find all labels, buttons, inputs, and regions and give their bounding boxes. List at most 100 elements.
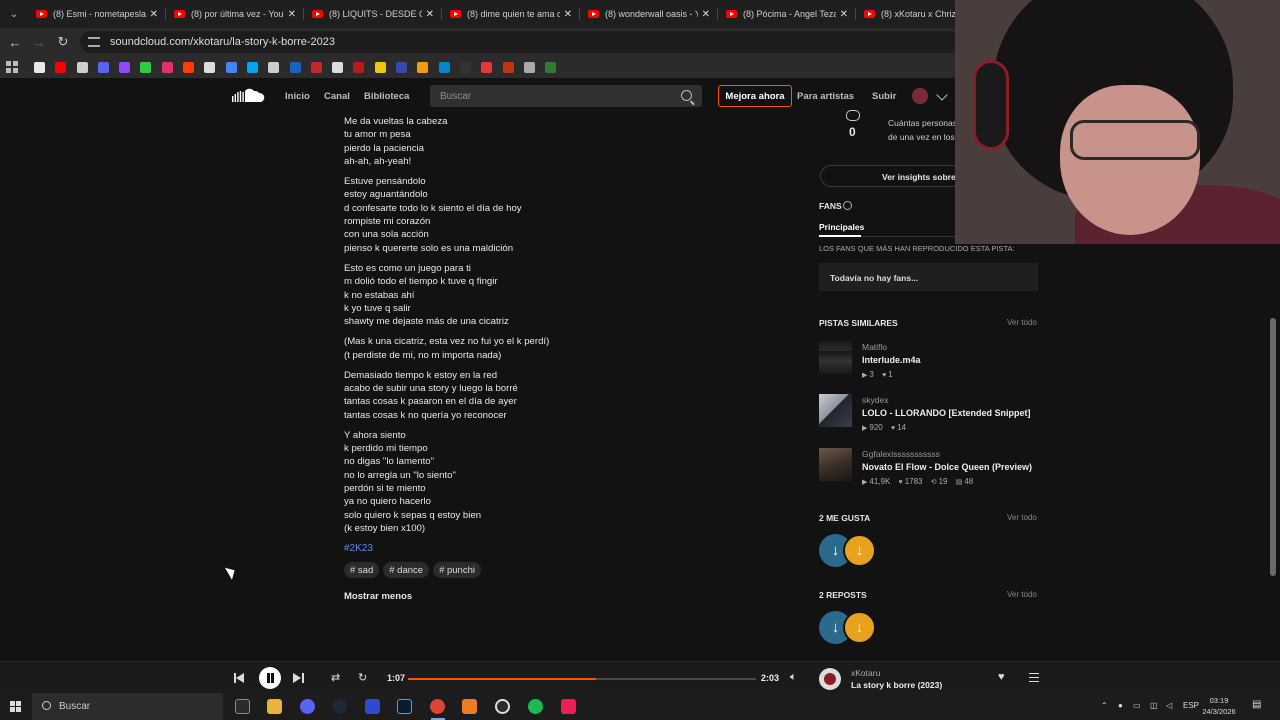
bookmark-icon[interactable]	[183, 61, 195, 73]
vegas-icon[interactable]	[365, 699, 380, 714]
page-scrollbar[interactable]	[1270, 318, 1276, 576]
track-artist[interactable]: skydex	[862, 395, 888, 405]
bookmark-icon[interactable]	[353, 61, 365, 73]
bookmark-icon[interactable]	[268, 61, 280, 73]
spotify-icon[interactable]	[528, 699, 543, 714]
track-artwork[interactable]	[819, 448, 852, 481]
bookmark-icon[interactable]	[97, 61, 109, 73]
bookmark-icon[interactable]	[438, 61, 450, 73]
info-icon[interactable]	[843, 201, 852, 210]
upgrade-button[interactable]: Mejora ahora	[718, 85, 792, 107]
likes-view-all-link[interactable]: Ver todo	[1007, 513, 1037, 522]
windows-start-icon[interactable]	[10, 701, 21, 712]
search-icon[interactable]	[681, 90, 692, 101]
close-icon[interactable]: ✕	[150, 9, 158, 20]
liker-avatar[interactable]: ↓	[843, 534, 876, 567]
volume-icon[interactable]: 🔈︎	[790, 671, 797, 684]
track-artist[interactable]: Ggfalexisssssssssss	[862, 449, 940, 459]
track-title[interactable]: Interlude.m4a	[862, 355, 921, 365]
pause-button[interactable]	[259, 667, 281, 689]
shuffle-icon[interactable]: ⇄	[331, 671, 340, 684]
now-playing-artwork[interactable]	[819, 668, 841, 690]
nav-feed[interactable]: Canal	[324, 91, 350, 102]
tab-search-button[interactable]: ⌄	[0, 0, 28, 28]
obs-icon[interactable]	[495, 699, 510, 714]
steam-icon[interactable]	[332, 699, 347, 714]
bookmark-icon[interactable]	[374, 61, 386, 73]
browser-tab[interactable]: (8) Pócima - Angel Tezardo ✕	[718, 0, 856, 28]
queue-icon[interactable]	[1029, 673, 1039, 682]
browser-tab[interactable]: (8) LIQUITS - DESDE QUE ✕	[304, 0, 442, 28]
related-track[interactable]: Ggfalexisssssssssss Novato El Flow - Dol…	[819, 448, 1039, 492]
bookmark-icon[interactable]	[76, 61, 88, 73]
close-icon[interactable]: ✕	[564, 9, 572, 20]
like-heart-icon[interactable]: ♥	[998, 671, 1005, 683]
tray-overflow-icon[interactable]: ⌃	[1101, 701, 1108, 710]
track-artist[interactable]: Matiflo	[862, 342, 887, 352]
bookmark-icon[interactable]	[396, 61, 408, 73]
tray-app-icon[interactable]: ▭	[1133, 701, 1141, 710]
chevron-down-icon[interactable]	[936, 89, 948, 101]
microphone-icon[interactable]: ●	[1118, 701, 1123, 710]
soundcloud-logo-icon[interactable]	[232, 87, 266, 105]
fl-studio-icon[interactable]	[462, 699, 477, 714]
close-icon[interactable]: ✕	[702, 9, 710, 20]
reload-icon[interactable]: ↻	[51, 30, 75, 54]
for-artists-link[interactable]: Para artistas	[797, 91, 854, 102]
tag-chip[interactable]: # sad	[344, 562, 380, 578]
taskbar-search[interactable]: Buscar	[32, 693, 223, 720]
repeat-icon[interactable]: ↻	[358, 671, 367, 684]
notifications-icon[interactable]: ▤	[1252, 699, 1261, 710]
bookmark-icon[interactable]	[140, 61, 152, 73]
bookmark-icon[interactable]	[55, 61, 67, 73]
hashtag-link[interactable]: #2K23	[344, 543, 373, 554]
system-clock[interactable]: 03:19 24/3/2026	[1199, 696, 1239, 717]
site-info-icon[interactable]	[88, 37, 100, 47]
bookmark-icon[interactable]	[523, 61, 535, 73]
browser-tab[interactable]: (8) dime quien te ama de ✕	[442, 0, 580, 28]
track-title[interactable]: LOLO - LLORANDO [Extended Snippet]	[862, 408, 1031, 418]
browser-tab[interactable]: (8) wonderwall oasis - You ✕	[580, 0, 718, 28]
related-view-all-link[interactable]: Ver todo	[1007, 318, 1037, 327]
bookmark-icon[interactable]	[119, 61, 131, 73]
close-icon[interactable]: ✕	[840, 9, 848, 20]
bookmark-icon[interactable]	[417, 61, 429, 73]
browser-tab[interactable]: (8) Esmi - nometapeslacara ✕	[28, 0, 166, 28]
bookmark-icon[interactable]	[289, 61, 301, 73]
previous-track-icon[interactable]	[234, 672, 246, 684]
reposter-avatar[interactable]: ↓	[843, 611, 876, 644]
forward-icon[interactable]: →	[27, 30, 51, 54]
now-playing-title[interactable]: La story k borre (2023)	[851, 680, 942, 690]
tag-chip[interactable]: # dance	[383, 562, 430, 578]
speaker-icon[interactable]: ◁	[1166, 701, 1172, 710]
tab-top-fans[interactable]: Principales	[819, 222, 864, 232]
photoshop-icon[interactable]	[397, 699, 412, 714]
search-input[interactable]: Buscar	[430, 85, 702, 107]
next-track-icon[interactable]	[293, 672, 305, 684]
nav-library[interactable]: Biblioteca	[364, 91, 409, 102]
bookmark-icon[interactable]	[204, 61, 216, 73]
tiktok-icon[interactable]	[561, 699, 576, 714]
epic-games-icon[interactable]	[235, 699, 250, 714]
discord-icon[interactable]	[300, 699, 315, 714]
language-indicator[interactable]: ESP	[1183, 701, 1199, 710]
chrome-icon[interactable]	[430, 699, 445, 714]
bookmark-icon[interactable]	[332, 61, 344, 73]
bookmark-icon[interactable]	[545, 61, 557, 73]
bookmark-icon[interactable]	[246, 61, 258, 73]
track-artwork[interactable]	[819, 341, 852, 374]
bookmark-icon[interactable]	[225, 61, 237, 73]
now-playing-artist[interactable]: xKotaru	[851, 668, 880, 678]
tag-chip[interactable]: # punchi	[433, 562, 481, 578]
track-artwork[interactable]	[819, 394, 852, 427]
close-icon[interactable]: ✕	[426, 9, 434, 20]
network-icon[interactable]: ◫	[1150, 701, 1158, 710]
related-track[interactable]: skydex LOLO - LLORANDO [Extended Snippet…	[819, 394, 1039, 438]
avatar[interactable]	[912, 88, 928, 104]
bookmark-icon[interactable]	[502, 61, 514, 73]
back-icon[interactable]: ←	[3, 30, 27, 54]
track-title[interactable]: Novato El Flow - Dolce Queen (Preview)	[862, 462, 1032, 472]
url-input[interactable]: soundcloud.com/xkotaru/la-story-k-borre-…	[80, 31, 960, 53]
bookmark-icon[interactable]	[481, 61, 493, 73]
file-explorer-icon[interactable]	[267, 699, 282, 714]
